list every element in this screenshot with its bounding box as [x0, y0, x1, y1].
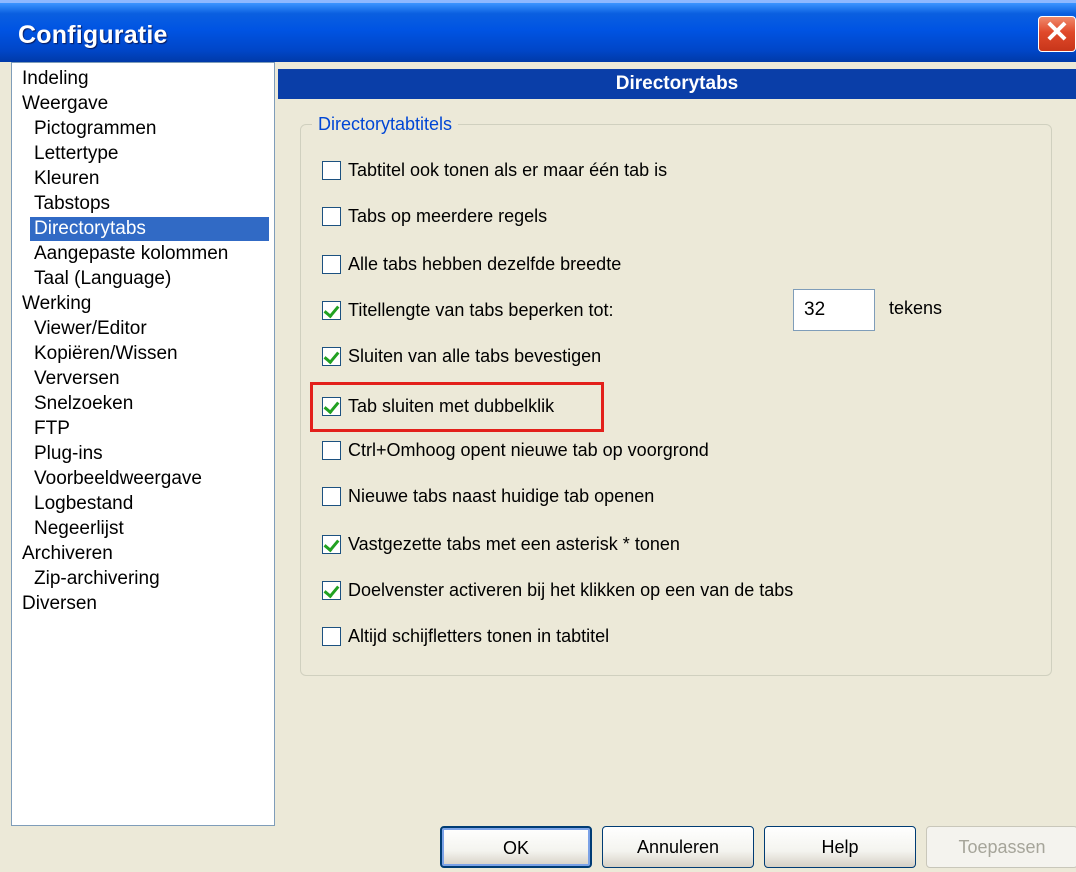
- checkbox[interactable]: [322, 626, 341, 646]
- option-show-single-tab-title[interactable]: Tabtitel ook tonen als er maar één tab i…: [322, 156, 667, 184]
- highlight-box: [310, 382, 604, 432]
- option-always-show-drive-letters[interactable]: Altijd schijfletters tonen in tabtitel: [322, 622, 609, 650]
- tree-item-taal[interactable]: Taal (Language): [34, 267, 171, 291]
- tree-item-tabstops[interactable]: Tabstops: [34, 192, 110, 216]
- apply-button: Toepassen: [926, 826, 1076, 868]
- tree-item-logbestand[interactable]: Logbestand: [34, 492, 133, 516]
- option-ctrl-up-foreground[interactable]: Ctrl+Omhoog opent nieuwe tab op voorgron…: [322, 436, 709, 464]
- tree-item-directorytabs[interactable]: Directorytabs: [30, 217, 269, 241]
- checkbox[interactable]: [322, 206, 341, 226]
- tree-item-diversen[interactable]: Diversen: [22, 592, 97, 616]
- tree-item-weergave[interactable]: Weergave: [22, 92, 108, 116]
- option-limit-title-length[interactable]: Titellengte van tabs beperken tot:: [322, 296, 614, 324]
- option-asterisk-locked-tabs[interactable]: Vastgezette tabs met een asterisk * tone…: [322, 530, 680, 558]
- close-button[interactable]: ✕: [1038, 16, 1076, 52]
- tree-item-voorbeeldweergave[interactable]: Voorbeeldweergave: [34, 467, 202, 491]
- tree-item-negeerlijst[interactable]: Negeerlijst: [34, 517, 124, 541]
- tree-item-kleuren[interactable]: Kleuren: [34, 167, 100, 191]
- close-icon: ✕: [1044, 16, 1070, 49]
- help-button[interactable]: Help: [764, 826, 916, 868]
- option-multiline-tabs[interactable]: Tabs op meerdere regels: [322, 202, 547, 230]
- option-confirm-close-all[interactable]: Sluiten van alle tabs bevestigen: [322, 342, 601, 370]
- option-label: Altijd schijfletters tonen in tabtitel: [348, 625, 610, 646]
- option-equal-tab-width[interactable]: Alle tabs hebben dezelfde breedte: [322, 250, 621, 278]
- option-label: Ctrl+Omhoog opent nieuwe tab op voorgron…: [348, 439, 709, 460]
- option-label: Sluiten van alle tabs bevestigen: [348, 345, 602, 366]
- tree-item-ftp[interactable]: FTP: [34, 417, 70, 441]
- tree-item-aangepaste-kolommen[interactable]: Aangepaste kolommen: [34, 242, 228, 266]
- title-bar: Configuratie ✕: [0, 0, 1076, 62]
- tree-item-pictogrammen[interactable]: Pictogrammen: [34, 117, 157, 141]
- checkbox[interactable]: [322, 486, 341, 506]
- checkbox[interactable]: [322, 534, 341, 554]
- tree-item-zip-archivering[interactable]: Zip-archivering: [34, 567, 160, 591]
- title-length-unit: tekens: [889, 298, 943, 318]
- checkbox[interactable]: [322, 440, 341, 460]
- option-label: Titellengte van tabs beperken tot:: [348, 299, 614, 320]
- tree-item-kopieren-wissen[interactable]: Kopiëren/Wissen: [34, 342, 178, 366]
- groupbox-label: Directorytabtitels: [312, 114, 459, 135]
- option-label: Tabtitel ook tonen als er maar één tab i…: [348, 159, 668, 180]
- tree-item-werking[interactable]: Werking: [22, 292, 91, 316]
- title-length-input[interactable]: 32: [793, 289, 875, 331]
- tree-item-indeling[interactable]: Indeling: [22, 67, 89, 91]
- tree-item-plug-ins[interactable]: Plug-ins: [34, 442, 103, 466]
- window-title: Configuratie: [18, 21, 168, 49]
- option-label: Vastgezette tabs met een asterisk * tone…: [348, 533, 680, 554]
- checkbox[interactable]: [322, 346, 341, 366]
- option-label: Nieuwe tabs naast huidige tab openen: [348, 485, 655, 506]
- option-open-next-to-current[interactable]: Nieuwe tabs naast huidige tab openen: [322, 482, 654, 510]
- checkbox[interactable]: [322, 254, 341, 274]
- option-activate-target-window[interactable]: Doelvenster activeren bij het klikken op…: [322, 576, 793, 604]
- tree-item-verversen[interactable]: Verversen: [34, 367, 120, 391]
- checkbox[interactable]: [322, 580, 341, 600]
- settings-tree[interactable]: Indeling Weergave Pictogrammen Lettertyp…: [11, 62, 275, 826]
- ok-button[interactable]: OK: [440, 826, 592, 868]
- option-label: Alle tabs hebben dezelfde breedte: [348, 253, 622, 274]
- tree-item-viewer-editor[interactable]: Viewer/Editor: [34, 317, 147, 341]
- checkbox[interactable]: [322, 300, 341, 320]
- option-label: Tabs op meerdere regels: [348, 205, 548, 226]
- checkbox[interactable]: [322, 160, 341, 180]
- panel-title: Directorytabs: [278, 69, 1076, 99]
- tree-item-archiveren[interactable]: Archiveren: [22, 542, 113, 566]
- tree-item-lettertype[interactable]: Lettertype: [34, 142, 119, 166]
- tree-item-snelzoeken[interactable]: Snelzoeken: [34, 392, 133, 416]
- cancel-button[interactable]: Annuleren: [602, 826, 754, 868]
- option-label: Doelvenster activeren bij het klikken op…: [348, 579, 794, 600]
